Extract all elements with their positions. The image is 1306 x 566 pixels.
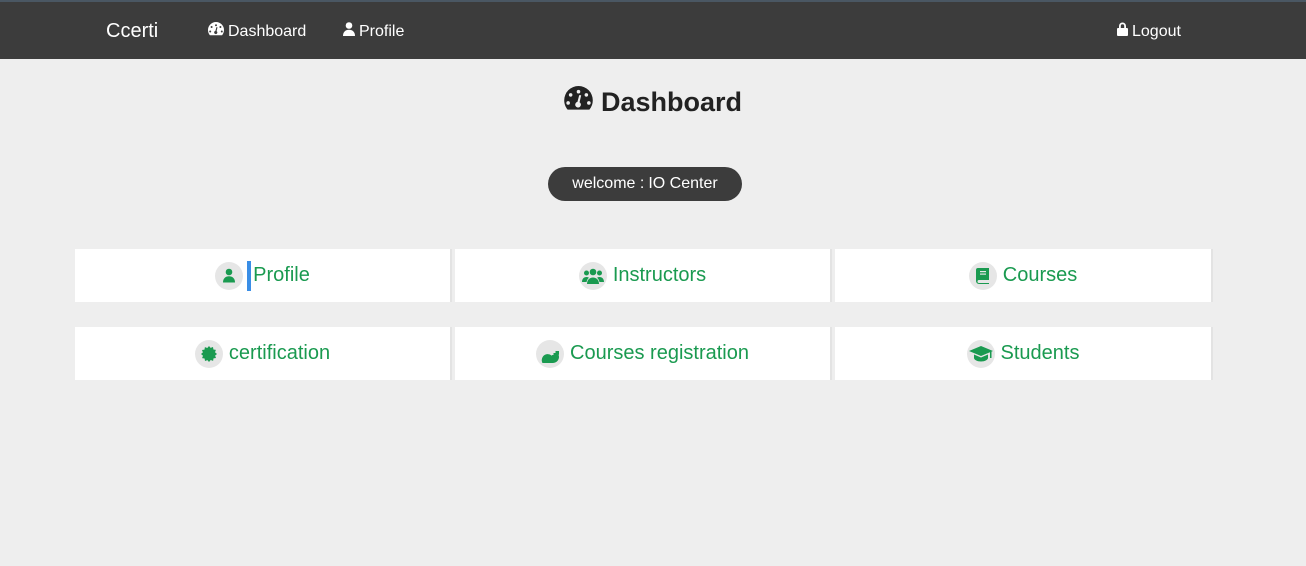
tile-certification[interactable]: certification — [75, 327, 452, 380]
nav-dashboard-label: Dashboard — [228, 22, 307, 40]
tile-courses[interactable]: Courses — [835, 249, 1213, 302]
lock-icon — [1117, 22, 1128, 41]
tile-students[interactable]: Students — [835, 327, 1213, 380]
nav-profile-label: Profile — [359, 22, 405, 40]
key-icon — [536, 339, 565, 368]
tile-courses-registration-label: Courses registration — [570, 342, 749, 364]
nav-dashboard-link[interactable]: Dashboard — [208, 22, 306, 41]
users-icon — [578, 261, 607, 290]
logout-link[interactable]: Logout — [1117, 22, 1181, 41]
graduation-cap-icon — [966, 339, 995, 368]
nav-profile-link[interactable]: Profile — [343, 22, 404, 41]
tile-certification-label: certification — [228, 342, 331, 364]
navbar: Ccerti Dashboard Profile Logout — [0, 0, 1306, 59]
tile-instructors-label: Instructors — [612, 264, 707, 286]
welcome-badge: welcome : IO Center — [548, 167, 742, 201]
dashboard-icon — [208, 22, 225, 41]
welcome-label: welcome : — [572, 175, 645, 192]
page-title-text: Dashboard — [600, 86, 743, 117]
user-icon — [215, 261, 244, 290]
dashboard-icon — [564, 86, 593, 118]
text-cursor — [247, 260, 252, 291]
certificate-icon — [194, 339, 223, 368]
tile-courses-registration[interactable]: Courses registration — [455, 327, 832, 380]
book-icon — [968, 261, 997, 290]
tile-courses-label: Courses — [1002, 264, 1078, 286]
logout-label: Logout — [1132, 22, 1181, 40]
page-title: Dashboard — [0, 86, 1306, 118]
tile-students-label: Students — [1000, 342, 1080, 364]
welcome-name: IO Center — [648, 175, 718, 192]
tile-instructors[interactable]: Instructors — [455, 249, 832, 302]
user-icon — [343, 22, 355, 41]
tile-profile[interactable]: Profile — [75, 249, 452, 302]
tile-profile-label: Profile — [253, 264, 310, 286]
brand-link[interactable]: Ccerti — [106, 20, 158, 43]
